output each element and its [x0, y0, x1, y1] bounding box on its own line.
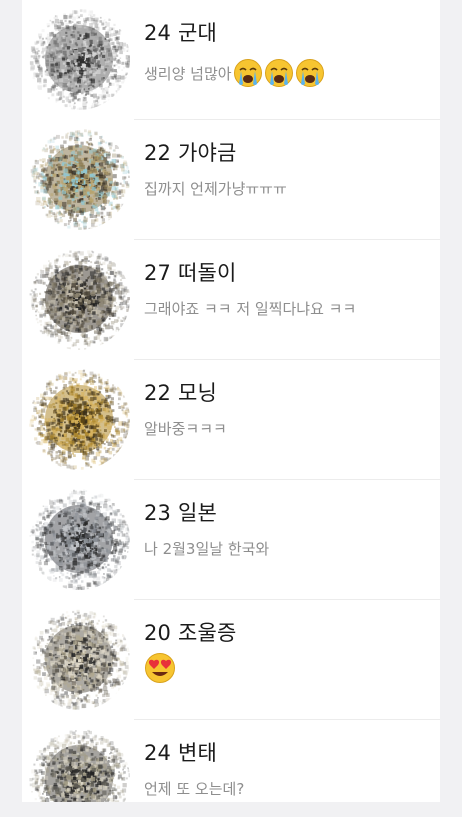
- chat-list-item[interactable]: 22 모닝알바중ㅋㅋㅋ: [22, 360, 440, 480]
- chat-preview-text: 나 2월3일날 한국와: [144, 540, 270, 558]
- chat-name: 24 군대: [144, 21, 218, 45]
- chat-name: 22 가야금: [144, 141, 237, 165]
- chat-list-item[interactable]: 23 일본나 2월3일날 한국와: [22, 480, 440, 600]
- chat-list-item[interactable]: 20 조울증: [22, 600, 440, 720]
- chat-name: 22 모닝: [144, 381, 218, 405]
- avatar[interactable]: [28, 368, 130, 470]
- chat-preview-text: 알바중ㅋㅋㅋ: [144, 420, 227, 438]
- heart-eyes-face-icon: [144, 652, 176, 684]
- chat-preview-text: 그래야죠 ㅋㅋ 저 일찍다냐요 ㅋㅋ: [144, 300, 357, 318]
- chat-list-item[interactable]: 24 변태언제 또 오는데?: [22, 720, 440, 802]
- chat-list[interactable]: 24 군대 생리양 넘많아 22 가야금 집까지 언제가냥ㅠㅠㅠ 27 떠돌이 그래야죠 …: [22, 0, 440, 802]
- right-margin: [440, 0, 462, 817]
- chat-name: 27 떠돌이: [144, 261, 237, 285]
- chat-preview: 나 2월3일날 한국와: [144, 538, 269, 559]
- chat-preview: [144, 652, 176, 684]
- chat-preview-text: 집까지 언제가냥ㅠㅠㅠ: [144, 180, 287, 198]
- chat-list-item[interactable]: 27 떠돌이그래야죠 ㅋㅋ 저 일찍다냐요 ㅋㅋ: [22, 240, 440, 360]
- chat-preview-text: 언제 또 오는데?: [144, 780, 245, 798]
- avatar[interactable]: [28, 728, 130, 802]
- chat-preview-text: 생리양 넘많아: [144, 64, 232, 83]
- crying-face-icon: [264, 58, 294, 88]
- avatar[interactable]: [28, 248, 130, 350]
- chat-name: 20 조울증: [144, 621, 237, 645]
- left-margin: [0, 0, 22, 817]
- chat-preview: 언제 또 오는데?: [144, 778, 244, 799]
- avatar[interactable]: [28, 608, 130, 710]
- chat-list-screen: 24 군대 생리양 넘많아 22 가야금 집까지 언제가냥ㅠㅠㅠ 27 떠돌이 그래야죠 …: [0, 0, 462, 817]
- chat-name: 23 일본: [144, 501, 218, 525]
- chat-list-item[interactable]: 24 군대생리양 넘많아: [22, 0, 440, 120]
- chat-name: 24 변태: [144, 741, 218, 765]
- chat-list-item[interactable]: 22 가야금집까지 언제가냥ㅠㅠㅠ: [22, 120, 440, 240]
- chat-preview: 그래야죠 ㅋㅋ 저 일찍다냐요 ㅋㅋ: [144, 298, 356, 319]
- chat-preview: 집까지 언제가냥ㅠㅠㅠ: [144, 178, 287, 199]
- crying-face-icon: [233, 58, 263, 88]
- chat-preview: 생리양 넘많아: [144, 58, 325, 88]
- avatar[interactable]: [28, 8, 130, 110]
- crying-face-icon: [295, 58, 325, 88]
- chat-preview: 알바중ㅋㅋㅋ: [144, 418, 227, 439]
- avatar[interactable]: [28, 128, 130, 230]
- avatar[interactable]: [28, 488, 130, 590]
